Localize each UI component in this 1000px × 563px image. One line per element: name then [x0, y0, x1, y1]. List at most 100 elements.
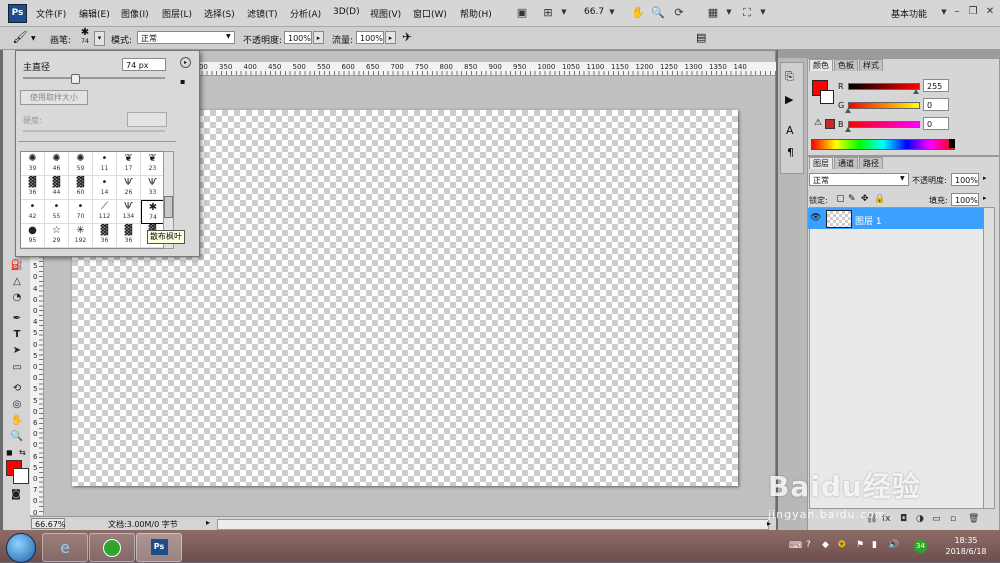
path-selection-icon[interactable]: ➤: [9, 344, 25, 358]
channel-r-slider[interactable]: [848, 83, 920, 90]
menu-filter[interactable]: 滤镜(T): [247, 7, 278, 20]
channel-g-slider[interactable]: [848, 102, 920, 109]
tray-security-icon[interactable]: ✪: [838, 540, 846, 550]
opacity-arrow-icon[interactable]: ▸: [983, 174, 987, 182]
color-spectrum-ramp[interactable]: [811, 139, 955, 150]
lock-position-icon[interactable]: ✥: [861, 194, 869, 204]
tab-styles[interactable]: 样式: [859, 59, 883, 71]
screen-mode-icon[interactable]: ⛶: [739, 5, 755, 20]
quick-mask-icon[interactable]: ◙: [8, 488, 24, 502]
3d-orbit-icon[interactable]: ◎: [9, 398, 25, 412]
dodge-tool-icon[interactable]: ◔: [9, 291, 25, 305]
menu-help[interactable]: 帮助(H): [460, 7, 492, 20]
brush-preset[interactable]: ▓ 44: [45, 176, 69, 200]
tray-keyboard-icon[interactable]: ⌨: [789, 541, 802, 551]
channel-g-input[interactable]: 0: [923, 98, 949, 111]
hand-tool-icon[interactable]: ✋: [9, 414, 25, 428]
opacity-slider-toggle[interactable]: ▸: [313, 31, 324, 44]
flow-input[interactable]: 100%: [356, 31, 384, 44]
default-colors-icon[interactable]: ◼: [6, 448, 13, 457]
tray-safety-icon[interactable]: ◆: [822, 540, 829, 550]
blend-mode-select[interactable]: 正常: [809, 173, 909, 186]
brush-preset[interactable]: ✳ 192: [69, 224, 93, 248]
out-of-gamut-warning-icon[interactable]: ⚠: [814, 118, 822, 128]
workspace-switcher[interactable]: 基本功能: [891, 7, 927, 20]
fill-arrow-icon[interactable]: ▸: [983, 194, 987, 202]
taskbar-app-photoshop[interactable]: Ps: [136, 533, 182, 562]
status-zoom-field[interactable]: 66.67%: [31, 518, 66, 529]
brush-preset[interactable]: ▓ 36: [93, 224, 117, 248]
type-tool-icon[interactable]: T: [9, 328, 25, 342]
lock-transparent-icon[interactable]: ▢: [836, 194, 845, 204]
new-preset-icon[interactable]: ▪: [180, 77, 185, 86]
tab-swatches[interactable]: 色板: [834, 59, 858, 71]
menu-layer[interactable]: 图层(L): [162, 7, 192, 20]
brush-tool-icon[interactable]: 🖌: [10, 30, 30, 45]
brush-preset[interactable]: ▓ 36: [21, 176, 45, 200]
tray-network-icon[interactable]: ▮: [872, 540, 877, 550]
tray-flag-icon[interactable]: ⚑: [856, 540, 864, 550]
status-menu-arrow-icon[interactable]: ▸: [206, 518, 210, 527]
chevron-down-icon[interactable]: ▼: [721, 5, 737, 20]
background-color-swatch[interactable]: [13, 468, 29, 484]
channel-b-thumb[interactable]: [845, 127, 851, 132]
chevron-down-icon[interactable]: ▼: [604, 5, 620, 20]
photoshop-logo[interactable]: Ps: [8, 4, 27, 23]
3d-rotate-icon[interactable]: ⟲: [9, 382, 25, 396]
ramp-black-swatch[interactable]: [949, 139, 955, 148]
brush-preset[interactable]: • 11: [93, 152, 117, 176]
rectangle-tool-icon[interactable]: ▭: [9, 361, 25, 375]
paragraph-panel-icon[interactable]: ¶: [787, 146, 794, 159]
blur-tool-icon[interactable]: △: [9, 275, 25, 289]
chevron-down-icon[interactable]: ▼: [755, 5, 771, 20]
taskbar-app-ie[interactable]: e: [42, 533, 88, 562]
taskbar-clock[interactable]: 18:35 2018/6/18: [938, 535, 994, 557]
close-icon[interactable]: ✕: [983, 5, 997, 19]
layer-opacity-input[interactable]: 100%: [951, 173, 979, 186]
brush-preset-picker[interactable]: ✱ 74: [77, 27, 93, 48]
brush-preset[interactable]: ✺ 46: [45, 152, 69, 176]
fill-input[interactable]: 100%: [951, 193, 979, 206]
brush-preset[interactable]: Ѱ 26: [117, 176, 141, 200]
brush-picker-toggle[interactable]: ▾: [94, 31, 105, 46]
bridge-icon[interactable]: ▣: [514, 5, 530, 20]
actions-panel-icon[interactable]: ▶: [785, 93, 793, 106]
zoom-tool-icon[interactable]: 🔍: [9, 430, 25, 444]
lock-all-icon[interactable]: 🔒: [874, 194, 885, 204]
menu-select[interactable]: 选择(S): [204, 7, 235, 20]
zoom-level[interactable]: 66.7: [584, 7, 604, 17]
panel-menu-icon[interactable]: ▸: [180, 57, 191, 68]
brush-preset[interactable]: • 42: [21, 200, 45, 224]
restore-icon[interactable]: ❐: [966, 5, 980, 19]
menu-file[interactable]: 文件(F): [36, 7, 66, 20]
tab-channels[interactable]: 通道: [834, 157, 858, 169]
menu-window[interactable]: 窗口(W): [413, 7, 447, 20]
arrange-documents-icon[interactable]: ▦: [705, 5, 721, 20]
hand-tool-icon[interactable]: ✋: [630, 5, 646, 20]
brush-preset[interactable]: ☆ 29: [45, 224, 69, 248]
tab-color[interactable]: 颜色: [809, 59, 833, 71]
flow-slider-toggle[interactable]: ▸: [385, 31, 396, 44]
lock-image-icon[interactable]: ✎: [848, 194, 856, 204]
brush-preset[interactable]: Ѱ 33: [141, 176, 165, 200]
brush-preset[interactable]: ⟋ 112: [93, 200, 117, 224]
menu-analysis[interactable]: 分析(A): [290, 7, 321, 20]
menu-image[interactable]: 图像(I): [121, 7, 149, 20]
diameter-input[interactable]: 74 px: [122, 58, 166, 71]
tab-layers[interactable]: 图层: [809, 157, 833, 169]
channel-b-slider[interactable]: [848, 121, 920, 128]
brush-panel-icon[interactable]: ▤: [696, 31, 706, 44]
opacity-input[interactable]: 100%: [284, 31, 312, 44]
brush-preset[interactable]: • 14: [93, 176, 117, 200]
swap-colors-icon[interactable]: ⇆: [19, 448, 26, 457]
taskbar-app-browser[interactable]: [89, 533, 135, 562]
rotate-view-icon[interactable]: ⟳: [671, 5, 687, 20]
brush-preset[interactable]: Ѱ 134: [117, 200, 141, 224]
character-panel-icon[interactable]: A: [786, 124, 794, 137]
chevron-down-icon[interactable]: ▼: [556, 5, 572, 20]
brush-preset[interactable]: ❦ 23: [141, 152, 165, 176]
brush-preset[interactable]: ▓ 60: [69, 176, 93, 200]
channel-r-input[interactable]: 255: [923, 79, 949, 92]
chevron-down-icon[interactable]: ▼: [31, 35, 36, 42]
brush-preset[interactable]: ❦ 17: [117, 152, 141, 176]
